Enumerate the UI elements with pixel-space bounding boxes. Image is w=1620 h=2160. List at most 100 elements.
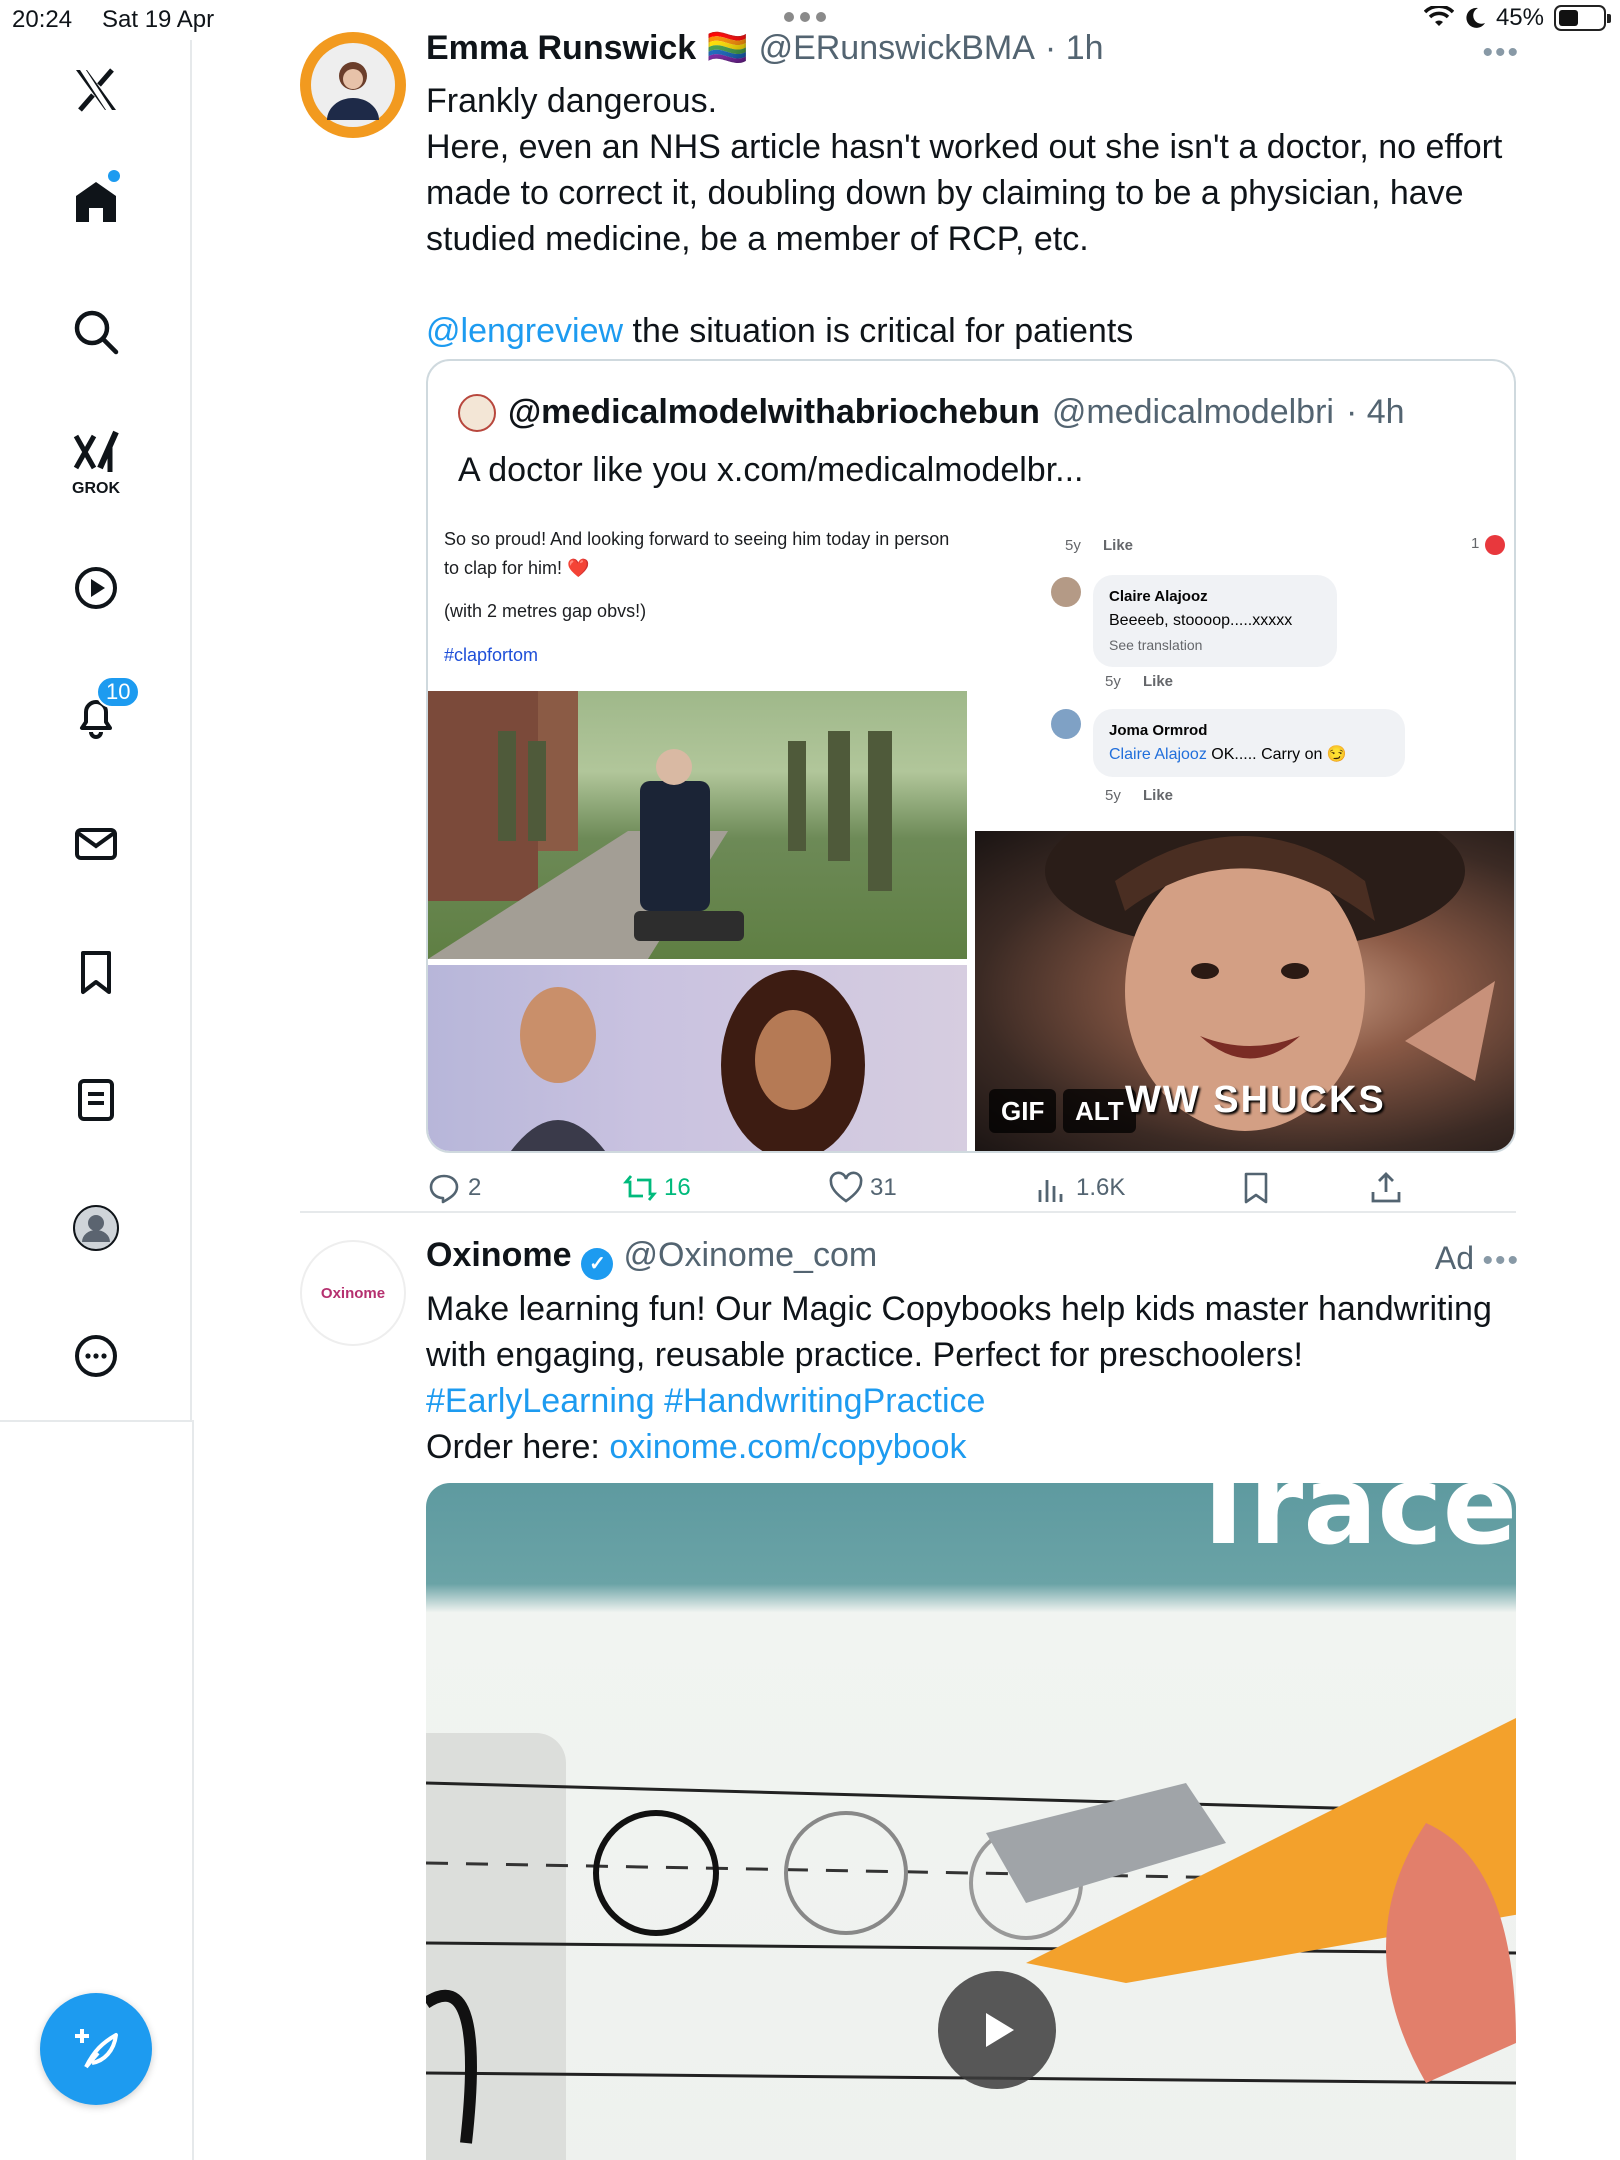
commenter-name: Claire Alajooz [1109,588,1208,605]
play-icon [986,2013,1014,2047]
tweet-line: @lengreview the situation is critical fo… [426,312,1134,350]
bookmark-icon[interactable] [56,932,136,1012]
author-handle[interactable]: @ERunswickBMA [759,29,1035,68]
video-icon[interactable] [56,548,136,628]
mail-icon[interactable] [56,804,136,884]
tweet-line: Frankly dangerous. [426,82,718,120]
quote-avatar[interactable] [458,393,496,432]
quoted-tweet[interactable]: @medicalmodelwithabriochebun @medicalmod… [426,359,1516,1153]
compose-button[interactable] [40,1993,152,2105]
notifications-badge: 10 [96,676,141,708]
commenter-name: Joma Ormrod [1109,722,1208,739]
like-button[interactable]: 31 [828,1170,897,1206]
more-options-icon[interactable]: ••• [1482,36,1520,70]
repost-icon [623,1175,657,1201]
screenshot-post[interactable]: So so proud! And looking forward to seei… [428,513,969,1151]
comment-like-count: 1 [1471,535,1480,552]
advertiser-avatar[interactable]: Oxinome [300,1240,406,1346]
comment-text: Claire Alajooz OK..... Carry on 😏 [1109,746,1347,763]
tweet-time[interactable]: · 1h [1045,29,1104,68]
gif-badge: GIF [989,1089,1057,1133]
multitasking-dots[interactable] [784,12,836,26]
photo-two-women[interactable] [428,965,967,1151]
comment-bubble: Joma Ormrod Claire Alajooz OK..... Carry… [1093,709,1405,777]
media-right: 5y Like 1 Claire Alajooz Beeeeb, stoooop… [975,513,1514,1151]
commenter-avatar [1051,577,1081,607]
post-text: So so proud! And looking forward to seei… [444,529,950,578]
author-handle[interactable]: @Oxinome_com [623,1236,877,1275]
x-logo[interactable] [56,50,136,130]
comment-bubble: Claire Alajooz Beeeeb, stoooop.....xxxxx… [1093,575,1337,667]
grok-label: GROK [72,480,120,497]
quote-author-handle[interactable]: @medicalmodelbri [1052,393,1334,432]
views-icon [1038,1180,1063,1202]
quote-time: · 4h [1345,393,1405,431]
mention-link[interactable]: @lengreview [426,312,623,350]
tweet[interactable]: Emma Runswick 🏳️‍🌈 @ERunswickBMA · 1h ••… [300,28,1520,1208]
search-icon[interactable] [56,292,136,372]
media-text: Trace [1186,1483,1516,1569]
comment-time: 5y [1105,787,1121,804]
author-avatar[interactable] [300,32,406,138]
compose-feather-icon [75,2029,118,2069]
comment-like: Like [1103,537,1134,554]
order-link[interactable]: oxinome.com/copybook [609,1428,966,1466]
quote-header: @medicalmodelwithabriochebun @medicalmod… [458,393,1405,432]
wifi-icon [1423,6,1454,26]
like-count: 31 [870,1174,897,1201]
quote-text: A doctor like you x.com/medicalmodelbr..… [458,451,1084,489]
tweet-line: Order here: oxinome.com/copybook [426,1428,967,1466]
repost-count: 16 [664,1174,691,1201]
tweet-text: Make learning fun! Our Magic Copybooks h… [426,1286,1526,1470]
see-translation: See translation [1109,637,1203,653]
repost-button[interactable]: 16 [622,1170,691,1206]
author-flag: 🏳️‍🌈 [706,29,749,67]
tweet-line: Make learning fun! Our Magic Copybooks h… [426,1290,1492,1374]
heart-reaction-icon [1485,535,1505,555]
heart-icon [829,1171,863,1203]
tweet-line: Here, even an NHS article hasn't worked … [426,128,1503,258]
home-icon[interactable] [56,162,136,242]
share-icon [1371,1172,1401,1203]
status-date: Sat 19 Apr [102,6,215,33]
more-icon[interactable] [56,1316,136,1396]
comments-screenshot[interactable]: 5y Like 1 Claire Alajooz Beeeeb, stoooop… [975,513,1514,825]
tweet-text: Frankly dangerous. Here, even an NHS art… [426,78,1526,354]
sidebar-divider [0,1420,192,1422]
grok-icon[interactable]: GROK [56,422,136,502]
advertiser-logo-text: Oxinome [320,1284,386,1302]
moon-icon [1466,7,1485,28]
photo-captain-tom[interactable] [428,691,967,959]
sidebar: GROK 10 [0,40,192,1420]
gif-caption: WW SHUCKS [1125,1079,1386,1121]
tweet-divider [300,1211,1516,1213]
comment-like: Like [1143,673,1174,690]
bookmark-button[interactable] [1238,1170,1274,1206]
aww-shucks-gif[interactable]: GIF ALT WW SHUCKS [975,831,1514,1151]
author-name[interactable]: Emma Runswick [426,29,696,68]
reply-icon [429,1174,459,1204]
promoted-tweet[interactable]: Oxinome Oxinome ✓ @Oxinome_com Ad ••• Ma… [300,1236,1520,2160]
ad-label: Ad [1434,1240,1474,1276]
ad-video[interactable]: Trace [426,1483,1516,2160]
profile-icon[interactable] [56,1188,136,1268]
comment-text: Beeeeb, stoooop.....xxxxx [1109,612,1293,629]
views-button[interactable]: 1.6K [1034,1170,1125,1206]
play-button[interactable] [938,1971,1056,2089]
list-icon[interactable] [56,1060,136,1140]
comment-time: 5y [1065,537,1081,554]
comment-like: Like [1143,787,1174,804]
bell-icon[interactable]: 10 [56,676,141,756]
reply-button[interactable]: 2 [426,1170,481,1206]
share-button[interactable] [1368,1170,1404,1206]
reply-count: 2 [468,1174,482,1201]
more-options-icon[interactable]: ••• [1482,1244,1520,1278]
author-name[interactable]: Oxinome [426,1236,571,1275]
quote-author-name[interactable]: @medicalmodelwithabriochebun [508,393,1040,432]
post-hashtag: #clapfortom [444,645,539,665]
status-time: 20:24 [12,6,73,33]
hashtag-links[interactable]: #EarlyLearning #HandwritingPractice [426,1378,1526,1424]
sidebar-border [192,1420,194,2160]
tweet-header: Emma Runswick 🏳️‍🌈 @ERunswickBMA · 1h [426,28,1104,68]
post-text: (with 2 metres gap obvs!) [444,601,647,621]
